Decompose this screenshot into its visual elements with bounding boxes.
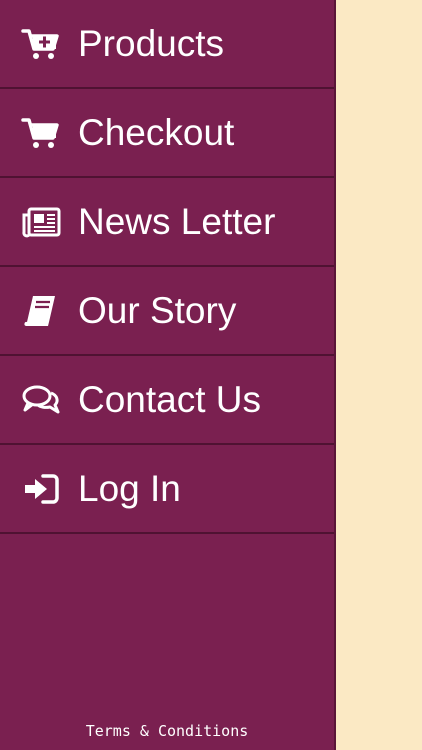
menu-item-label: Log In [78,467,181,509]
cart-plus-icon [20,26,62,62]
sign-in-icon [20,471,62,507]
menu-item-checkout[interactable]: Checkout [0,89,334,178]
drawer-menu: Products Checkout News Letter Our Story … [0,0,334,534]
menu-item-label: Contact Us [78,378,262,420]
background-page[interactable] [336,0,422,750]
menu-item-contact-us[interactable]: Contact Us [0,356,334,445]
menu-item-label: Products [78,22,225,64]
menu-item-log-in[interactable]: Log In [0,445,334,534]
cart-icon [20,115,62,151]
menu-item-newsletter[interactable]: News Letter [0,178,334,267]
chat-bubbles-icon [20,382,62,418]
menu-item-products[interactable]: Products [0,0,334,89]
menu-item-label: Checkout [78,111,235,153]
book-icon [20,293,62,329]
newspaper-icon [20,204,62,240]
terms-and-conditions-link[interactable]: Terms & Conditions [0,722,334,740]
app-screen: Products Checkout News Letter Our Story … [0,0,422,750]
menu-item-our-story[interactable]: Our Story [0,267,334,356]
menu-item-label: News Letter [78,200,276,242]
navigation-drawer: Products Checkout News Letter Our Story … [0,0,336,750]
menu-item-label: Our Story [78,289,237,331]
